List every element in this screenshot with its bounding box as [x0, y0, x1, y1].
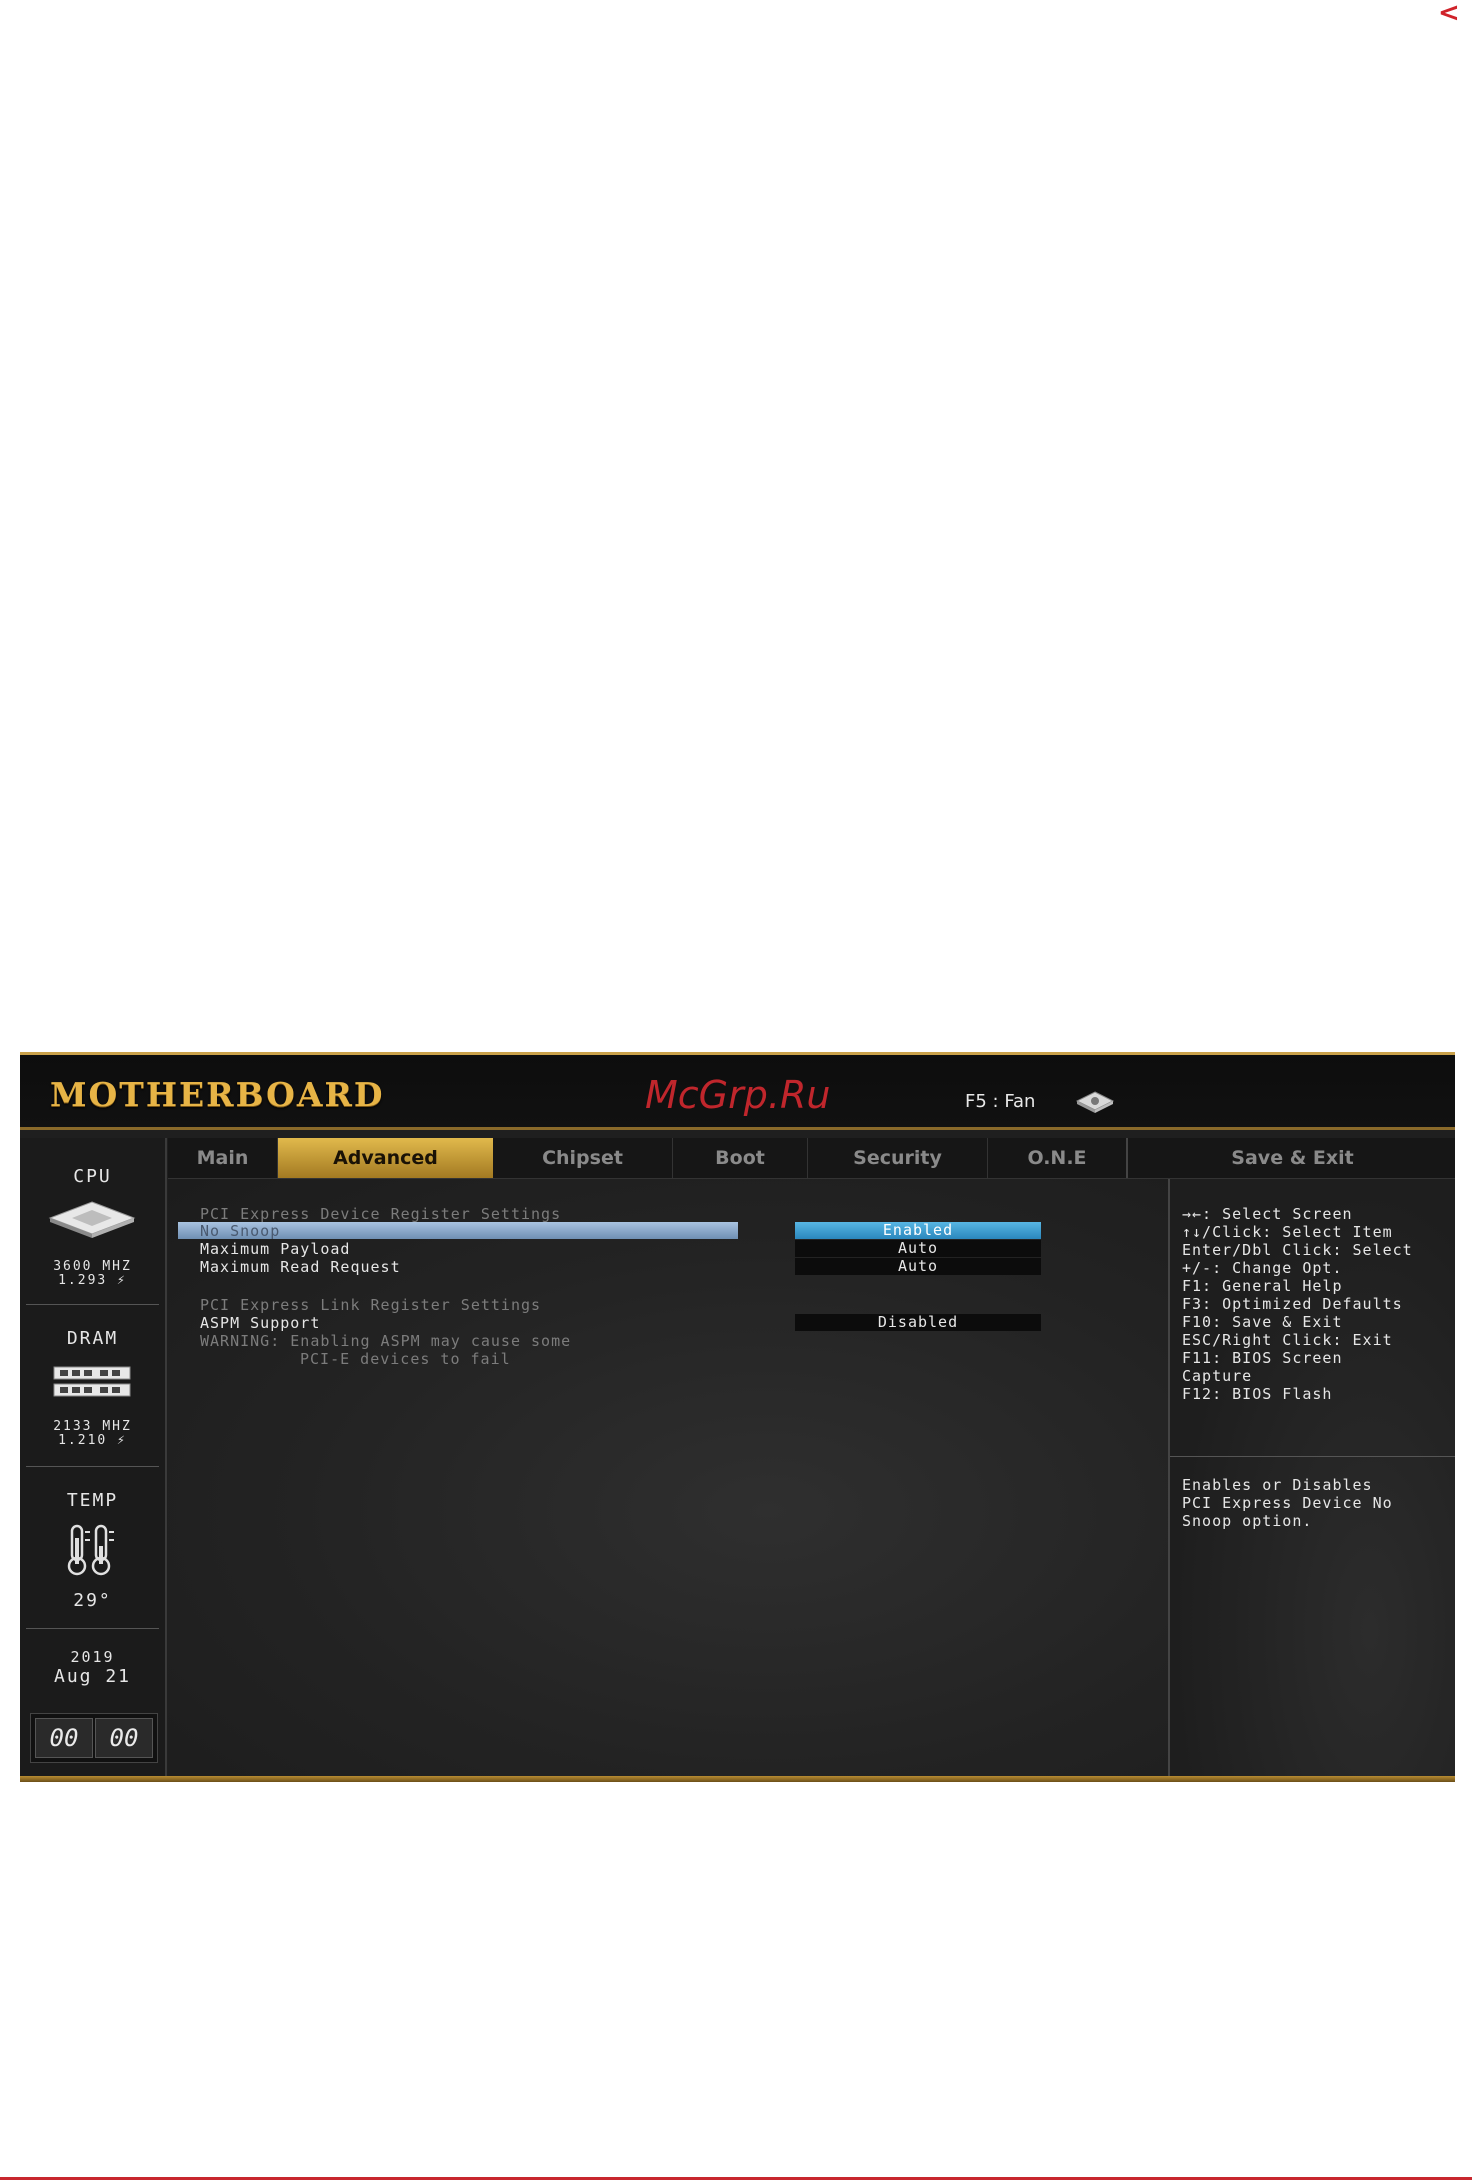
warning-line-2: PCI-E devices to fail [300, 1350, 511, 1368]
page-bottom-rule [0, 2177, 1472, 2180]
bottom-border [20, 1776, 1455, 1782]
tab-advanced[interactable]: Advanced [278, 1138, 493, 1178]
help-key-line: Enter/Dbl Click: Select [1182, 1241, 1413, 1259]
dram-module-icon [53, 1366, 131, 1397]
tab-chipset[interactable]: Chipset [493, 1138, 673, 1178]
setting-no-snoop[interactable]: No Snoop [200, 1222, 280, 1240]
value-maximum-read-request[interactable]: Auto [795, 1258, 1041, 1275]
cpu-chip-icon [48, 1201, 136, 1238]
description-line: Enables or Disables [1182, 1476, 1373, 1494]
watermark: McGrp.Ru [645, 1073, 831, 1117]
help-key-line: ESC/Right Click: Exit [1182, 1331, 1393, 1349]
date-month-day: Aug 21 [53, 1666, 132, 1687]
value-no-snoop[interactable]: Enabled [795, 1222, 1041, 1239]
dram-frequency: 2133 MHZ [53, 1419, 132, 1434]
divider [26, 1304, 159, 1305]
divider [1170, 1456, 1455, 1457]
description-line: PCI Express Device No [1182, 1494, 1393, 1512]
value-aspm-support[interactable]: Disabled [795, 1314, 1041, 1331]
help-key-line: F1: General Help [1182, 1277, 1343, 1295]
section-header-link: PCI Express Link Register Settings [200, 1296, 542, 1314]
tab-save-exit[interactable]: Save & Exit [1130, 1138, 1455, 1178]
dram-title: DRAM [66, 1328, 119, 1349]
settings-panel: PCI Express Device Register Settings No … [168, 1179, 1170, 1782]
help-key-line: F10: Save & Exit [1182, 1313, 1343, 1331]
setting-aspm-support[interactable]: ASPM Support [200, 1314, 320, 1332]
help-key-line: +/-: Change Opt. [1182, 1259, 1343, 1277]
help-key-line: F3: Optimized Defaults [1182, 1295, 1403, 1313]
temp-value: 29° [73, 1590, 112, 1611]
brand-logo: MOTHERBOARD [50, 1075, 385, 1114]
tab-boot[interactable]: Boot [673, 1138, 808, 1178]
tab-one[interactable]: O.N.E [988, 1138, 1128, 1178]
thermometer-icon [67, 1524, 114, 1576]
tab-main[interactable]: Main [168, 1138, 278, 1178]
tab-security[interactable]: Security [808, 1138, 988, 1178]
description-line: Snoop option. [1182, 1512, 1313, 1530]
help-key-line: ↑↓/Click: Select Item [1182, 1223, 1393, 1241]
system-info-panel: CPU 3600 MHZ 1.293 ⚡ DRAM 2133 MHZ 1.210… [20, 1138, 167, 1782]
help-key-line: F12: BIOS Flash [1182, 1385, 1333, 1403]
clock: 00 00 [30, 1713, 158, 1763]
tab-bar: Main Advanced Chipset Boot Security O.N.… [168, 1138, 1455, 1179]
divider [26, 1628, 159, 1629]
help-key-line: Capture [1182, 1367, 1253, 1385]
section-header-device: PCI Express Device Register Settings [200, 1205, 562, 1223]
header-bar: MOTHERBOARD McGrp.Ru F5 : Fan [20, 1052, 1455, 1130]
setting-maximum-read-request[interactable]: Maximum Read Request [200, 1258, 401, 1276]
help-key-line: →←: Select Screen [1182, 1205, 1353, 1223]
cpu-title: CPU [73, 1166, 112, 1187]
fan-hint[interactable]: F5 : Fan [965, 1091, 1035, 1112]
help-key-line: F11: BIOS Screen [1182, 1349, 1343, 1367]
cpu-frequency: 3600 MHZ [53, 1259, 132, 1274]
help-panel: →←: Select Screen ↑↓/Click: Select Item … [1170, 1179, 1455, 1782]
divider [26, 1466, 159, 1467]
warning-line-1: WARNING: Enabling ASPM may cause some [200, 1332, 572, 1350]
date-year: 2019 [70, 1648, 115, 1666]
value-maximum-payload[interactable]: Auto [795, 1240, 1041, 1257]
temp-title: TEMP [66, 1490, 119, 1511]
fan-icon[interactable] [1075, 1090, 1115, 1114]
corner-arrow-icon: < [1438, 0, 1460, 28]
clock-minutes: 00 [95, 1718, 153, 1758]
setting-maximum-payload[interactable]: Maximum Payload [200, 1240, 350, 1258]
dram-voltage: 1.210 ⚡ [58, 1433, 127, 1448]
cpu-voltage: 1.293 ⚡ [58, 1273, 127, 1288]
bios-screen: MOTHERBOARD McGrp.Ru F5 : Fan CPU 3600 M… [20, 1052, 1455, 1782]
clock-hours: 00 [35, 1718, 93, 1758]
